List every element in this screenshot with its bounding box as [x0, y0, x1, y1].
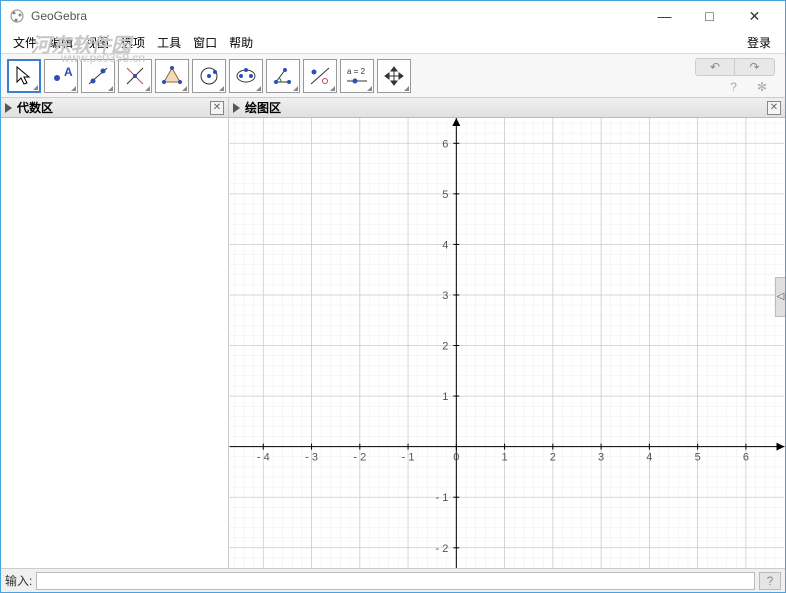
angle-icon: [271, 64, 295, 88]
app-icon: [9, 8, 25, 24]
svg-text:2: 2: [442, 341, 448, 353]
svg-text:4: 4: [646, 452, 652, 464]
input-bar: 输入: ?: [1, 568, 785, 592]
svg-text:A: A: [64, 65, 73, 79]
menubar: 文件 编辑 视图 选项 工具 窗口 帮助 登录: [1, 31, 785, 53]
tool-move[interactable]: [7, 59, 41, 93]
svg-text:3: 3: [442, 290, 448, 302]
algebra-panel-header[interactable]: 代数区 ✕: [1, 98, 228, 118]
svg-text:1: 1: [502, 452, 508, 464]
tool-move-view[interactable]: [377, 59, 411, 93]
svg-text:4: 4: [442, 239, 448, 251]
perpendicular-icon: [123, 64, 147, 88]
svg-text:- 1: - 1: [435, 492, 448, 504]
tool-reflect[interactable]: [303, 59, 337, 93]
coordinate-plane[interactable]: - 4 - 3 - 2 - 1 0 1 2 3 4 5 6 - 2 - 1 1 2 3 4 5 6: [229, 118, 785, 568]
graphics-close-button[interactable]: ✕: [767, 101, 781, 115]
circle-icon: [197, 64, 221, 88]
algebra-close-button[interactable]: ✕: [210, 101, 224, 115]
menu-window[interactable]: 窗口: [187, 34, 223, 51]
login-link[interactable]: 登录: [739, 34, 779, 51]
undo-button[interactable]: ↶: [695, 58, 735, 76]
menu-tools[interactable]: 工具: [151, 34, 187, 51]
input-label: 输入:: [5, 572, 32, 589]
menu-options[interactable]: 选项: [115, 34, 151, 51]
collapse-tri-icon: [233, 103, 240, 113]
main-panels: 代数区 ✕ 绘图区 ✕ - 4 - 3 - 2 - 1 0 1 2 3 4 5 6 - 2 - 1 1 2 3…: [1, 98, 785, 568]
maximize-button[interactable]: □: [687, 2, 732, 30]
polygon-icon: [160, 64, 184, 88]
svg-text:2: 2: [550, 452, 556, 464]
algebra-panel-title: 代数区: [17, 99, 210, 116]
svg-text:a = 2: a = 2: [347, 67, 366, 76]
point-icon: A: [49, 64, 73, 88]
ellipse-icon: [234, 64, 258, 88]
svg-text:3: 3: [598, 452, 604, 464]
line-icon: [86, 64, 110, 88]
svg-text:0: 0: [453, 452, 459, 464]
graphics-panel: 绘图区 ✕ - 4 - 3 - 2 - 1 0 1 2 3 4 5 6 - 2 - 1 1 2 3 4 5 6: [229, 98, 785, 568]
move-view-icon: [382, 64, 406, 88]
slider-icon: a = 2: [343, 64, 371, 88]
algebra-body[interactable]: [1, 118, 228, 568]
menu-view[interactable]: 视图: [79, 34, 115, 51]
svg-text:1: 1: [442, 391, 448, 403]
menu-file[interactable]: 文件: [7, 34, 43, 51]
input-help-button[interactable]: ?: [759, 572, 781, 590]
svg-text:- 2: - 2: [353, 452, 366, 464]
svg-text:5: 5: [695, 452, 701, 464]
reflect-icon: [308, 64, 332, 88]
toolbar-help-icon[interactable]: ?: [730, 80, 737, 94]
tool-slider[interactable]: a = 2: [340, 59, 374, 93]
tool-line[interactable]: [81, 59, 115, 93]
svg-text:- 2: - 2: [435, 543, 448, 555]
toolbar: A a = 2 ↶ ↷: [1, 53, 785, 98]
toolbar-right-controls: ↶ ↷ ? ✻: [695, 58, 779, 94]
collapse-tri-icon: [5, 103, 12, 113]
graphics-panel-header[interactable]: 绘图区 ✕: [229, 98, 785, 118]
tool-point[interactable]: A: [44, 59, 78, 93]
menu-edit[interactable]: 编辑: [43, 34, 79, 51]
close-window-button[interactable]: ✕: [732, 2, 777, 30]
right-expand-handle[interactable]: ◁: [775, 277, 785, 317]
window-title: GeoGebra: [31, 9, 87, 23]
tool-ellipse[interactable]: [229, 59, 263, 93]
minimize-button[interactable]: —: [642, 2, 687, 30]
svg-text:5: 5: [442, 189, 448, 201]
tool-angle[interactable]: [266, 59, 300, 93]
tool-polygon[interactable]: [155, 59, 189, 93]
svg-text:6: 6: [743, 452, 749, 464]
svg-text:- 3: - 3: [305, 452, 318, 464]
redo-button[interactable]: ↷: [735, 58, 775, 76]
svg-text:6: 6: [442, 138, 448, 150]
tool-circle[interactable]: [192, 59, 226, 93]
algebra-panel: 代数区 ✕: [1, 98, 229, 568]
svg-text:- 1: - 1: [402, 452, 415, 464]
tool-perpendicular[interactable]: [118, 59, 152, 93]
titlebar: GeoGebra — □ ✕: [1, 1, 785, 31]
graphics-panel-title: 绘图区: [245, 99, 767, 116]
menu-help[interactable]: 帮助: [223, 34, 259, 51]
graphics-body[interactable]: - 4 - 3 - 2 - 1 0 1 2 3 4 5 6 - 2 - 1 1 2 3 4 5 6: [229, 118, 785, 568]
command-input[interactable]: [36, 572, 755, 590]
svg-text:- 4: - 4: [257, 452, 270, 464]
toolbar-settings-icon[interactable]: ✻: [757, 80, 767, 94]
